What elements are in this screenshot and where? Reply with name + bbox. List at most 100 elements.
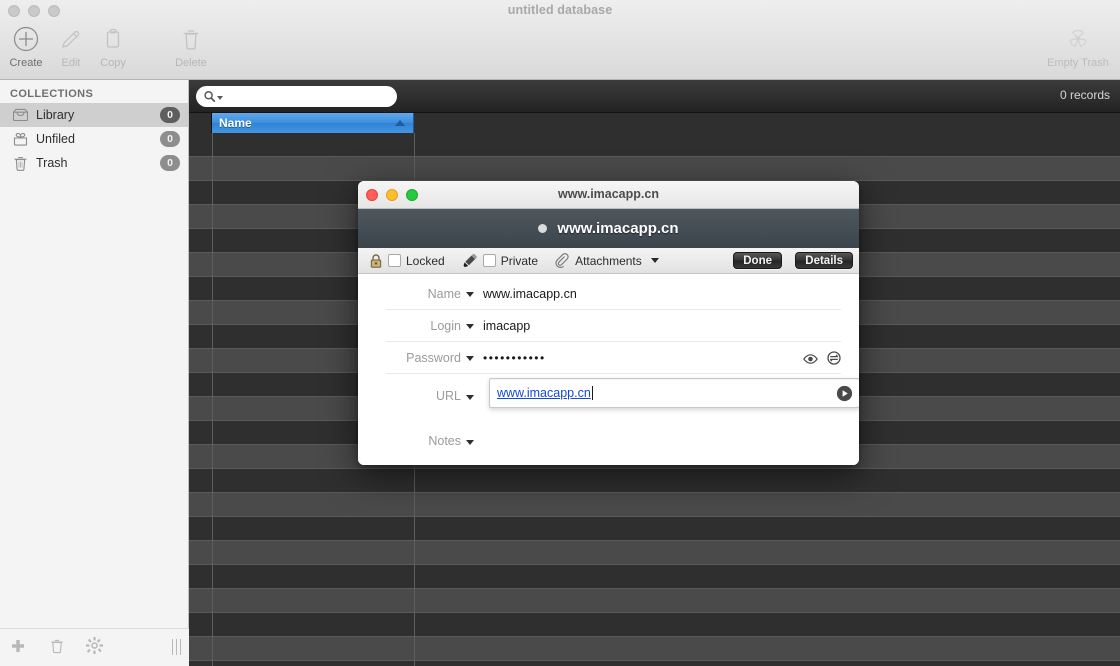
sidebar-footer [0, 628, 189, 666]
sidebar-delete-button[interactable] [44, 637, 70, 659]
field-url-chevron-down-icon[interactable] [466, 394, 474, 400]
sidebar-resize-grip[interactable] [172, 639, 182, 655]
url-input[interactable]: www.imacapp.cn [489, 378, 859, 408]
sidebar-item-library[interactable]: Library 0 [0, 103, 188, 127]
trash-icon [50, 638, 64, 659]
field-name-chevron-down-icon[interactable] [466, 292, 474, 297]
app-window: untitled database Create Edit Copy Delet… [0, 0, 1120, 666]
table-row[interactable] [189, 637, 1120, 661]
sidebar: COLLECTIONS Library 0 Unfiled 0 Trash 0 [0, 80, 189, 666]
sidebar-item-trash-label: Trash [36, 156, 68, 170]
dialog-traffic-lights[interactable] [366, 189, 418, 201]
sort-ascending-icon [395, 120, 405, 126]
table-header-gutter [189, 113, 212, 133]
attachments-chevron-down-icon[interactable] [650, 258, 659, 263]
field-value-password[interactable]: ••••••••••• [483, 351, 546, 365]
window-title: untitled database [507, 3, 613, 17]
refresh-circle-icon[interactable] [827, 351, 841, 370]
sidebar-item-library-label: Library [36, 108, 75, 122]
record-bullet-icon [538, 224, 548, 233]
dialog-zoom-button[interactable] [406, 189, 418, 201]
eye-icon[interactable] [803, 352, 818, 370]
trash-icon [163, 22, 219, 56]
radiation-icon [1040, 22, 1116, 56]
table-row[interactable] [189, 661, 1120, 666]
paperclip-icon [554, 252, 570, 269]
table-row[interactable] [189, 517, 1120, 541]
sidebar-item-trash-count: 0 [160, 155, 180, 171]
field-notes-chevron-down-icon[interactable] [466, 439, 474, 445]
toolbar-copy-button[interactable]: Copy [85, 22, 141, 69]
toolbar-empty-trash-label: Empty Trash [1047, 57, 1109, 69]
records-count: 0 records [1059, 88, 1110, 102]
sidebar-item-unfiled-label: Unfiled [36, 132, 75, 146]
record-editor-dialog: www.imacapp.cn www.imacapp.cn Locked Pri… [358, 181, 859, 465]
open-url-button[interactable] [836, 385, 853, 407]
marker-icon [461, 253, 478, 269]
field-row-url: URL www.imacapp.cn [386, 374, 859, 418]
table-row[interactable] [189, 541, 1120, 565]
table-header: Name [189, 113, 1120, 133]
sidebar-item-trash[interactable]: Trash 0 [0, 151, 188, 175]
window-titlebar: untitled database Create Edit Copy Delet… [0, 0, 1120, 80]
field-password-chevron-down-icon[interactable] [466, 356, 474, 361]
main-toolbar: Create Edit Copy Delete Empty Trash [0, 22, 1120, 80]
table-column-header-name-label: Name [219, 116, 252, 130]
locked-label: Locked [406, 253, 445, 268]
sidebar-item-unfiled[interactable]: Unfiled 0 [0, 127, 188, 151]
clipboard-icon [85, 22, 141, 56]
search-icon[interactable] [203, 90, 223, 103]
private-checkbox[interactable] [482, 254, 496, 267]
open-box-icon [12, 132, 36, 146]
password-actions [803, 351, 841, 370]
dialog-close-button[interactable] [366, 189, 378, 201]
table-row[interactable] [189, 493, 1120, 517]
plus-icon [10, 638, 26, 659]
sidebar-settings-button[interactable] [81, 637, 107, 659]
sidebar-add-button[interactable] [5, 637, 31, 659]
field-value-login[interactable]: imacapp [483, 319, 530, 333]
table-row[interactable] [189, 613, 1120, 637]
field-value-name[interactable]: www.imacapp.cn [483, 287, 577, 301]
search-input[interactable] [226, 90, 386, 103]
gear-icon [85, 637, 103, 659]
table-row[interactable] [189, 157, 1120, 181]
field-row-name: Name www.imacapp.cn [386, 278, 841, 310]
search-field[interactable] [196, 86, 397, 107]
inbox-icon [12, 108, 36, 122]
table-row[interactable] [189, 565, 1120, 589]
table-row[interactable] [189, 469, 1120, 493]
toolbar-delete-button[interactable]: Delete [163, 22, 219, 69]
toolbar-delete-label: Delete [175, 57, 207, 69]
field-value-url: www.imacapp.cn [497, 386, 591, 400]
dialog-header: www.imacapp.cn [358, 209, 859, 248]
attachments-label[interactable]: Attachments [575, 254, 642, 268]
toolbar-empty-trash-button[interactable]: Empty Trash [1040, 22, 1116, 69]
table-header-filler [414, 113, 1120, 133]
dialog-title: www.imacapp.cn [558, 187, 659, 201]
field-row-login: Login imacapp [386, 310, 841, 342]
table-row[interactable] [189, 133, 1120, 157]
done-button[interactable]: Done [733, 252, 782, 269]
locked-checkbox[interactable] [388, 254, 401, 267]
dialog-action-bar: Locked Private Attachments Done Details [358, 248, 859, 274]
field-row-password: Password ••••••••••• [386, 342, 841, 374]
chevron-down-icon[interactable] [217, 95, 223, 100]
details-button[interactable]: Details [795, 252, 853, 269]
sidebar-item-library-count: 0 [160, 107, 180, 123]
sidebar-header: COLLECTIONS [10, 88, 94, 100]
dialog-header-title: www.imacapp.cn [557, 220, 679, 237]
table-row[interactable] [189, 589, 1120, 613]
toolbar-copy-label: Copy [100, 57, 126, 69]
field-label-password: Password [406, 350, 461, 365]
dialog-minimize-button[interactable] [386, 189, 398, 201]
dialog-form: Name www.imacapp.cn Login imacapp Passwo… [358, 274, 859, 465]
text-cursor [591, 386, 593, 400]
field-row-notes: Notes [386, 426, 841, 456]
field-label-notes: Notes [428, 434, 461, 448]
table-column-header-name[interactable]: Name [212, 113, 414, 133]
field-label-url: URL [435, 389, 461, 403]
field-label-login: Login [430, 318, 461, 333]
search-toolbar: 0 records [189, 80, 1120, 113]
field-login-chevron-down-icon[interactable] [466, 324, 474, 329]
